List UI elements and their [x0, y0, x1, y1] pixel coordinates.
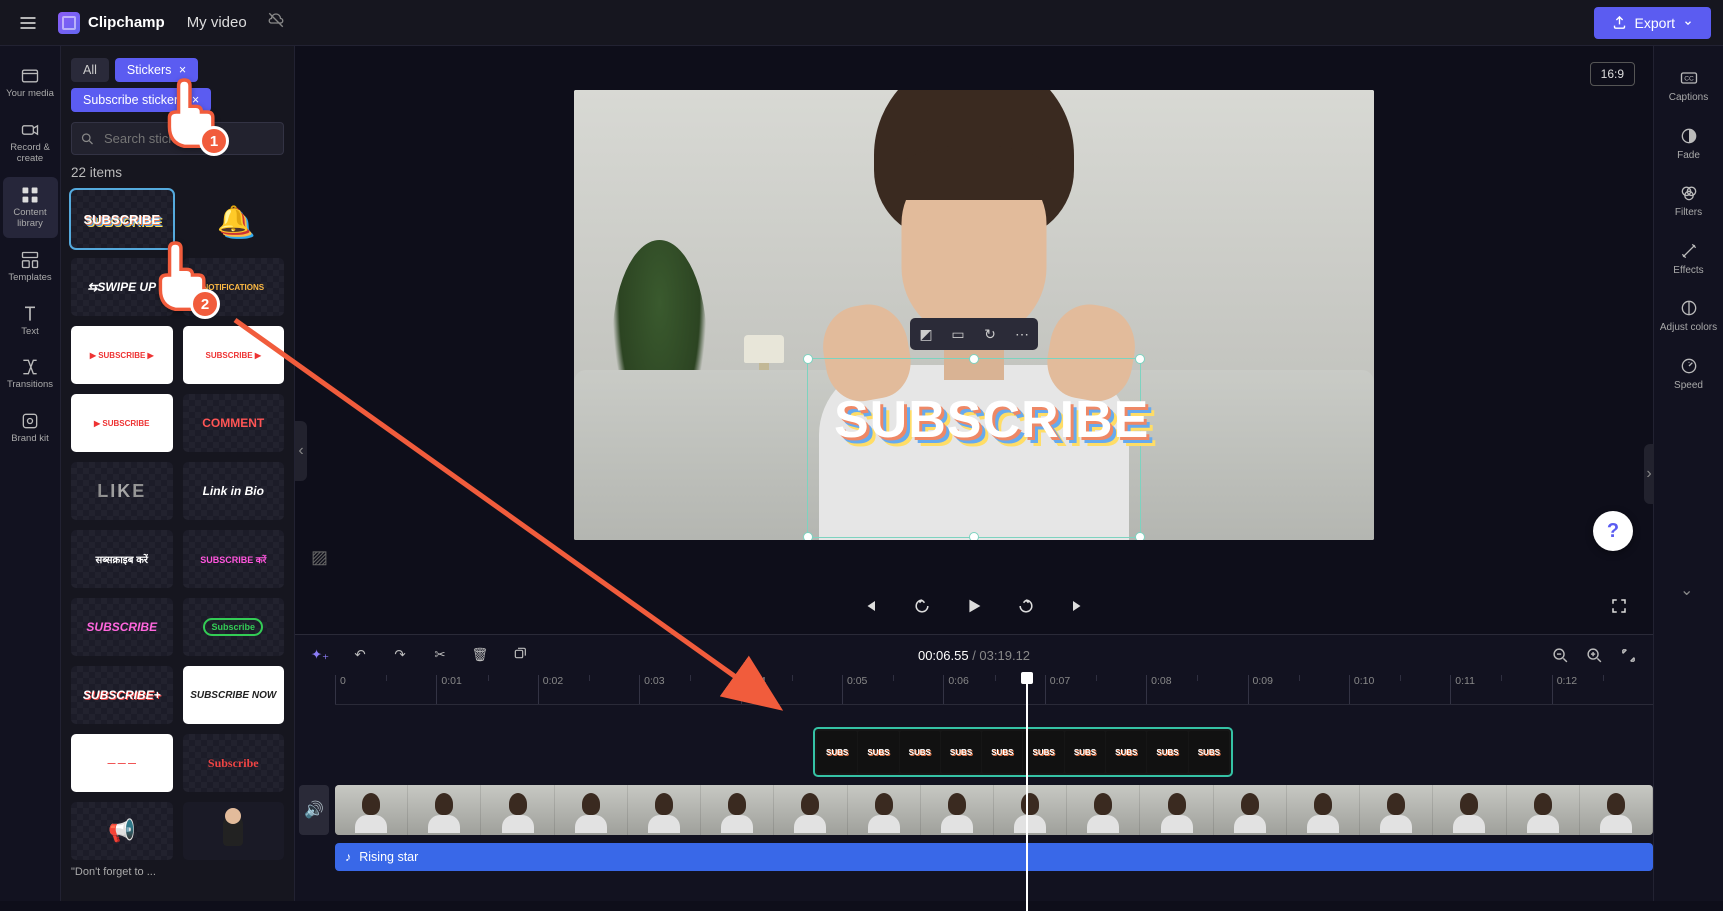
audio-clip[interactable]: ♪ Rising star [335, 843, 1653, 871]
main-area: 16:9 ◩ ▭ ↻ ⋯ [295, 46, 1653, 901]
prop-fade[interactable]: Fade [1659, 118, 1719, 170]
sticker-item[interactable]: Subscribe [183, 734, 285, 792]
broken-image-icon: ▨ [311, 547, 328, 568]
sticker-item[interactable]: ▶ SUBSCRIBE ▶ [71, 326, 173, 384]
filter-tags: All Stickers × Subscribe stickers × [71, 58, 284, 112]
search-container [71, 122, 284, 155]
undo-button[interactable]: ↶ [349, 644, 371, 666]
sticker-item[interactable]: Subscribe [183, 598, 285, 656]
sticker-caption: "Don't forget to ... [71, 866, 284, 878]
tag-all[interactable]: All [71, 58, 109, 82]
nav-brand-kit[interactable]: Brand kit [3, 403, 58, 453]
music-note-icon: ♪ [345, 850, 351, 864]
timeline-toolbar: ✦₊ ↶ ↷ ✂ 🗑 00:06.55 / 03:19.12 [295, 635, 1653, 675]
prop-captions[interactable]: CC Captions [1659, 60, 1719, 112]
skip-start-button[interactable] [856, 592, 884, 620]
sticker-item[interactable]: SUBSCRIBE ▶ [183, 326, 285, 384]
sticker-item[interactable]: SUBSCRIBE NOW [183, 666, 285, 724]
prop-adjust-colors[interactable]: Adjust colors [1659, 290, 1719, 342]
fullscreen-button[interactable] [1605, 592, 1633, 620]
crop-icon[interactable]: ◩ [916, 324, 936, 344]
rotate-icon[interactable]: ↻ [980, 324, 1000, 344]
duplicate-button[interactable] [509, 644, 531, 666]
sticker-item[interactable]: LIKE [71, 462, 173, 520]
timeline-ruler[interactable]: 0 0:01 0:02 0:03 0:04 0:05 0:06 0:07 0:0… [335, 675, 1653, 705]
sticker-item[interactable]: सब्सक्राइब करें [71, 530, 173, 588]
timecode: 00:06.55 / 03:19.12 [918, 648, 1030, 663]
video-preview[interactable]: ◩ ▭ ↻ ⋯ SUBSCRIBE [574, 90, 1374, 540]
nav-transitions[interactable]: Transitions [3, 349, 58, 399]
delete-button[interactable]: 🗑 [469, 644, 491, 666]
sync-off-icon[interactable] [267, 11, 285, 34]
app-logo[interactable]: Clipchamp [58, 12, 165, 34]
timeline: ✦₊ ↶ ↷ ✂ 🗑 00:06.55 / 03:19.12 0 0:01 0:… [295, 634, 1653, 901]
app-name: Clipchamp [88, 14, 165, 31]
clipchamp-icon [58, 12, 80, 34]
skip-end-button[interactable] [1064, 592, 1092, 620]
nav-templates[interactable]: Templates [3, 242, 58, 292]
prop-effects[interactable]: Effects [1659, 233, 1719, 285]
fit-timeline-button[interactable] [1617, 644, 1639, 666]
sticker-item[interactable]: NOTIFICATIONS [183, 258, 285, 316]
zoom-in-button[interactable] [1583, 644, 1605, 666]
prop-filters[interactable]: Filters [1659, 175, 1719, 227]
search-input[interactable] [71, 122, 284, 155]
audio-clip-name: Rising star [359, 850, 418, 864]
top-bar: Clipchamp My video Export [0, 0, 1723, 46]
overlay-toolbar: ◩ ▭ ↻ ⋯ [910, 318, 1038, 350]
video-clip[interactable] [335, 785, 1653, 835]
items-count: 22 items [71, 165, 284, 180]
track-mute-button[interactable]: 🔊 [299, 785, 329, 835]
play-button[interactable] [960, 592, 988, 620]
svg-text:CC: CC [1684, 76, 1694, 83]
sticker-item[interactable]: COMMENT [183, 394, 285, 452]
sticker-item[interactable]: ⇆SWIPE UP [71, 258, 173, 316]
sticker-item[interactable]: SUBSCRIBE [71, 190, 173, 248]
search-icon [80, 131, 95, 146]
split-button[interactable]: ✂ [429, 644, 451, 666]
right-properties-rail: CC Captions Fade Filters Effects Adjust … [1653, 46, 1723, 901]
redo-button[interactable]: ↷ [389, 644, 411, 666]
nav-record-create[interactable]: Record & create [3, 112, 58, 173]
sticker-item[interactable]: ▶ SUBSCRIBE [71, 394, 173, 452]
project-name[interactable]: My video [187, 14, 247, 31]
sticker-item[interactable]: SUBSCRIBE [71, 598, 173, 656]
prop-speed[interactable]: Speed [1659, 348, 1719, 400]
right-rail-expand[interactable]: ⌄ [1680, 580, 1693, 600]
fit-icon[interactable]: ▭ [948, 324, 968, 344]
right-rail-collapse[interactable]: › [1644, 444, 1654, 504]
hamburger-menu[interactable] [12, 7, 44, 39]
export-button[interactable]: Export [1594, 7, 1711, 39]
export-label: Export [1635, 15, 1675, 31]
forward-button[interactable] [1012, 592, 1040, 620]
content-library-panel: All Stickers × Subscribe stickers × 22 i… [61, 46, 295, 901]
sticker-item[interactable]: 📢 [71, 802, 173, 860]
tag-subscribe-stickers[interactable]: Subscribe stickers × [71, 88, 211, 112]
rewind-button[interactable] [908, 592, 936, 620]
sticker-item[interactable]: SUBSCRIBE करें [183, 530, 285, 588]
playback-controls [295, 584, 1653, 634]
nav-text[interactable]: Text [3, 296, 58, 346]
left-nav-rail: Your media Record & create Content libra… [0, 46, 61, 901]
tag-stickers[interactable]: Stickers × [115, 58, 198, 82]
sticker-item[interactable] [183, 802, 285, 860]
sticker-item[interactable]: Link in Bio [183, 462, 285, 520]
timeline-tracks[interactable]: SUBSSUBSSUBSSUBSSUBSSUBSSUBSSUBSSUBSSUBS… [335, 705, 1653, 901]
nav-content-library[interactable]: Content library [3, 177, 58, 238]
sticker-clip[interactable]: SUBSSUBSSUBSSUBSSUBSSUBSSUBSSUBSSUBSSUBS [813, 727, 1233, 777]
ai-sparkle-button[interactable]: ✦₊ [309, 644, 331, 666]
canvas-area: 16:9 ◩ ▭ ↻ ⋯ [295, 46, 1653, 584]
nav-your-media[interactable]: Your media [3, 58, 58, 108]
zoom-out-button[interactable] [1549, 644, 1571, 666]
sticker-item[interactable]: — — — [71, 734, 173, 792]
help-button[interactable]: ? [1593, 511, 1633, 551]
more-icon[interactable]: ⋯ [1012, 324, 1032, 344]
sticker-grid: SUBSCRIBE 🔔 ⇆SWIPE UP NOTIFICATIONS ▶ SU… [71, 190, 284, 878]
aspect-ratio-button[interactable]: 16:9 [1590, 62, 1635, 86]
sticker-item[interactable]: 🔔 [183, 190, 285, 248]
subscribe-sticker-overlay[interactable]: SUBSCRIBE [834, 390, 1149, 450]
sticker-item[interactable]: SUBSCRIBE+ [71, 666, 173, 724]
